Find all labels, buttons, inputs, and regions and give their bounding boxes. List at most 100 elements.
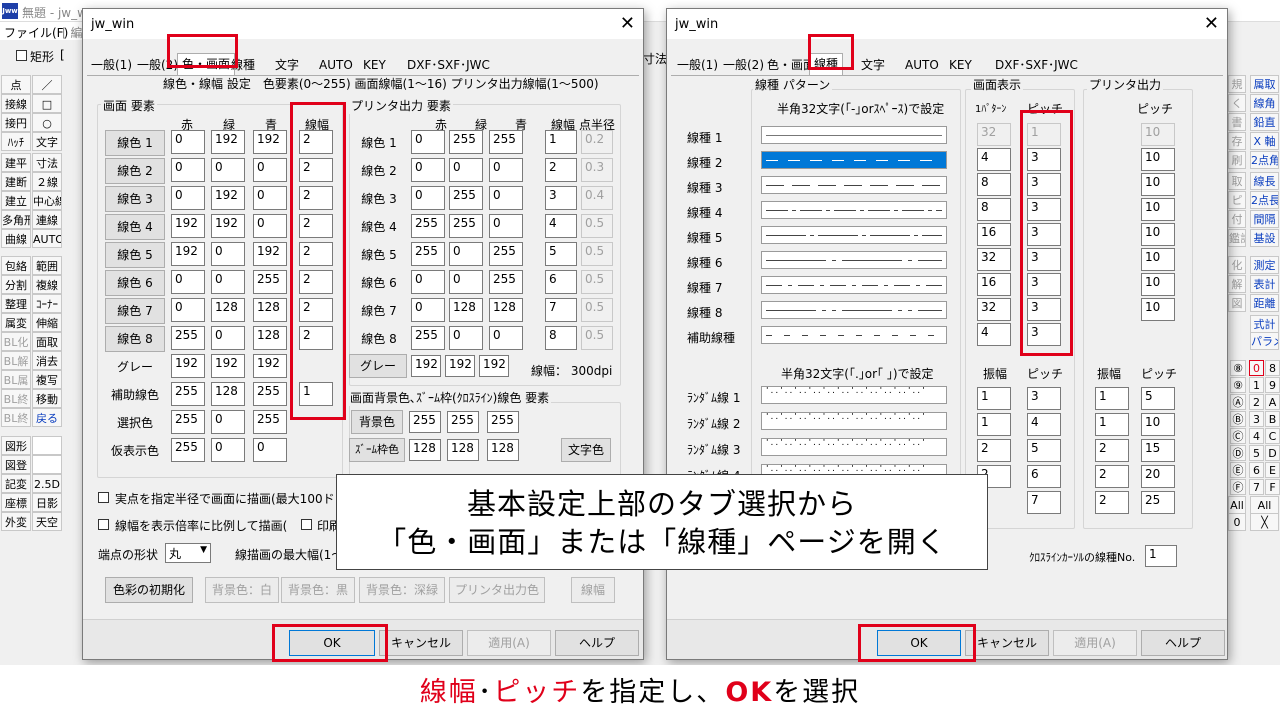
printer-row-6-g[interactable]: 128 [449, 298, 483, 322]
random-row-3-pitch[interactable]: 6 [1027, 465, 1061, 488]
printer-row-0-point-radius[interactable]: 0.2 [581, 130, 613, 154]
right-tool-2-a[interactable]: 書 [1228, 113, 1246, 131]
tab-5[interactable]: AUTO [901, 55, 943, 75]
random-row-4-pitch[interactable]: 7 [1027, 491, 1061, 514]
linetype-row-4-printer-pitch[interactable]: 10 [1141, 223, 1175, 246]
right-tool-8-a[interactable]: 鑑計 [1228, 229, 1246, 247]
left-tool-11-b[interactable]: ｺｰﾅｰ [32, 294, 62, 313]
left-tool-11-a[interactable]: 整理 [1, 294, 31, 313]
right-num-1[interactable]: 1 [1249, 377, 1264, 393]
right-tool-2-b[interactable]: 鉛直 [1250, 113, 1279, 131]
screen-row-11-g[interactable]: 0 [211, 438, 245, 462]
right-tool-5-b[interactable]: 線長 [1250, 172, 1279, 190]
tab-0[interactable]: 一般(1) [87, 55, 136, 75]
left-tool-20-a[interactable]: 記変 [1, 474, 31, 493]
printer-row-6-button[interactable]: 線色 7 [353, 298, 405, 324]
printer-row-5-button[interactable]: 線色 6 [353, 270, 405, 296]
menu-edit[interactable]: [ 編 [62, 24, 83, 41]
printer-row-7-button[interactable]: 線色 8 [353, 326, 405, 352]
printer-row-3-b[interactable]: 0 [489, 214, 523, 238]
screen-row-1-g[interactable]: 0 [211, 158, 245, 182]
close-icon[interactable]: ✕ [1204, 12, 1219, 36]
linetype-row-4-pattern[interactable] [761, 226, 947, 244]
printer-row-4-b[interactable]: 255 [489, 242, 523, 266]
printer-gray-g[interactable]: 192 [445, 355, 475, 377]
random-row-0-amplitude[interactable]: 1 [977, 387, 1011, 410]
linetype-row-3-printer-pitch[interactable]: 10 [1141, 198, 1175, 221]
screen-row-8-b[interactable]: 192 [253, 354, 287, 378]
printer-row-3-width[interactable]: 4 [545, 214, 577, 238]
screen-row-1-r[interactable]: 0 [171, 158, 205, 182]
screen-row-9-button[interactable]: 補助線色 [105, 382, 165, 408]
left-tool-22-b[interactable]: 天空 [32, 512, 62, 531]
linetype-row-0-printer-pitch[interactable]: 10 [1141, 123, 1175, 146]
random-row-1-printer-amplitude[interactable]: 1 [1095, 413, 1129, 436]
printer-row-6-point-radius[interactable]: 0.5 [581, 298, 613, 322]
screen-row-8-r[interactable]: 192 [171, 354, 205, 378]
left-tool-6-b[interactable]: 中心線 [32, 191, 62, 210]
right-num-circle-2[interactable]: Ⓐ [1230, 394, 1246, 410]
screen-row-7-button[interactable]: 線色 8 [105, 326, 165, 352]
screen-row-10-button[interactable]: 選択色 [105, 410, 165, 436]
right-num-6[interactable]: 6 [1249, 462, 1264, 478]
tab-7[interactable]: DXF･SXF･JWC [991, 55, 1082, 75]
right-tool-0-a[interactable]: 規 [1228, 75, 1246, 93]
linetype-row-2-pattern[interactable] [761, 176, 947, 194]
left-tool-9-b[interactable]: 範囲 [32, 256, 62, 275]
print-checkbox[interactable] [301, 519, 312, 530]
printer-row-5-r[interactable]: 0 [411, 270, 445, 294]
printer-row-5-b[interactable]: 255 [489, 270, 523, 294]
linetype-row-0-pattern[interactable] [761, 126, 947, 144]
screen-row-2-g[interactable]: 192 [211, 186, 245, 210]
screen-row-4-g[interactable]: 0 [211, 242, 245, 266]
menu-file[interactable]: ファイル(F) [4, 24, 68, 41]
random-row-1-amplitude[interactable]: 1 [977, 413, 1011, 436]
right-tool-10-a[interactable]: 解 [1228, 275, 1246, 293]
cancel-button[interactable]: キャンセル [965, 630, 1049, 656]
left-tool-14-a[interactable]: BL解 [1, 351, 31, 370]
screen-row-6-g[interactable]: 128 [211, 298, 245, 322]
printer-row-0-g[interactable]: 255 [449, 130, 483, 154]
zoom-g[interactable]: 128 [447, 439, 479, 461]
screen-row-3-g[interactable]: 192 [211, 214, 245, 238]
left-tool-17-a[interactable]: BL終 [1, 408, 31, 427]
screen-row-4-r[interactable]: 192 [171, 242, 205, 266]
left-tool-3-b[interactable]: 文字 [32, 132, 62, 151]
left-tool-12-a[interactable]: 属変 [1, 313, 31, 332]
right-tool-8-b[interactable]: 基設 [1250, 229, 1279, 247]
linetype-row-6-pattern[interactable] [761, 276, 947, 294]
crossline-input[interactable]: 1 [1145, 545, 1177, 567]
random-row-3-printer-pitch[interactable]: 20 [1141, 465, 1175, 488]
printer-row-0-width[interactable]: 1 [545, 130, 577, 154]
printer-row-6-width[interactable]: 7 [545, 298, 577, 322]
right-num-0[interactable]: 0 [1249, 360, 1264, 376]
screen-row-11-button[interactable]: 仮表示色 [105, 438, 165, 464]
screen-row-2-button[interactable]: 線色 3 [105, 186, 165, 212]
right-tool-3-a[interactable]: 存 [1228, 132, 1246, 150]
random-row-3-printer-amplitude[interactable]: 2 [1095, 465, 1129, 488]
linetype-row-2-printer-pitch[interactable]: 10 [1141, 173, 1175, 196]
left-tool-5-a[interactable]: 建断 [1, 172, 31, 191]
close-icon[interactable]: ✕ [620, 12, 635, 36]
screen-row-6-b[interactable]: 128 [253, 298, 287, 322]
screen-row-6-r[interactable]: 0 [171, 298, 205, 322]
linetype-row-1-pattern[interactable] [761, 151, 947, 169]
random-row-0-printer-pitch[interactable]: 5 [1141, 387, 1175, 410]
printer-gray-r[interactable]: 192 [411, 355, 441, 377]
linetype-row-7-1pattern[interactable]: 32 [977, 298, 1011, 321]
screen-row-9-b[interactable]: 255 [253, 382, 287, 406]
screen-row-9-r[interactable]: 255 [171, 382, 205, 406]
screen-row-6-button[interactable]: 線色 7 [105, 298, 165, 324]
printer-row-4-button[interactable]: 線色 5 [353, 242, 405, 268]
linetype-row-5-printer-pitch[interactable]: 10 [1141, 248, 1175, 271]
left-tool-7-a[interactable]: 多角形 [1, 210, 31, 229]
random-row-0-pattern[interactable]: '..'..'..'..'..'..'..'..'..'..'..' [761, 386, 947, 404]
screen-row-1-b[interactable]: 0 [253, 158, 287, 182]
endpoint-select[interactable]: 丸 ▼ [165, 543, 211, 563]
right-num-7[interactable]: 7 [1249, 479, 1264, 495]
screen-row-11-r[interactable]: 255 [171, 438, 205, 462]
right-tool-1-b[interactable]: 線角 [1250, 94, 1279, 112]
width-scale-checkbox[interactable] [98, 519, 109, 530]
printer-row-1-b[interactable]: 0 [489, 158, 523, 182]
linetype-row-8-pattern[interactable] [761, 326, 947, 344]
